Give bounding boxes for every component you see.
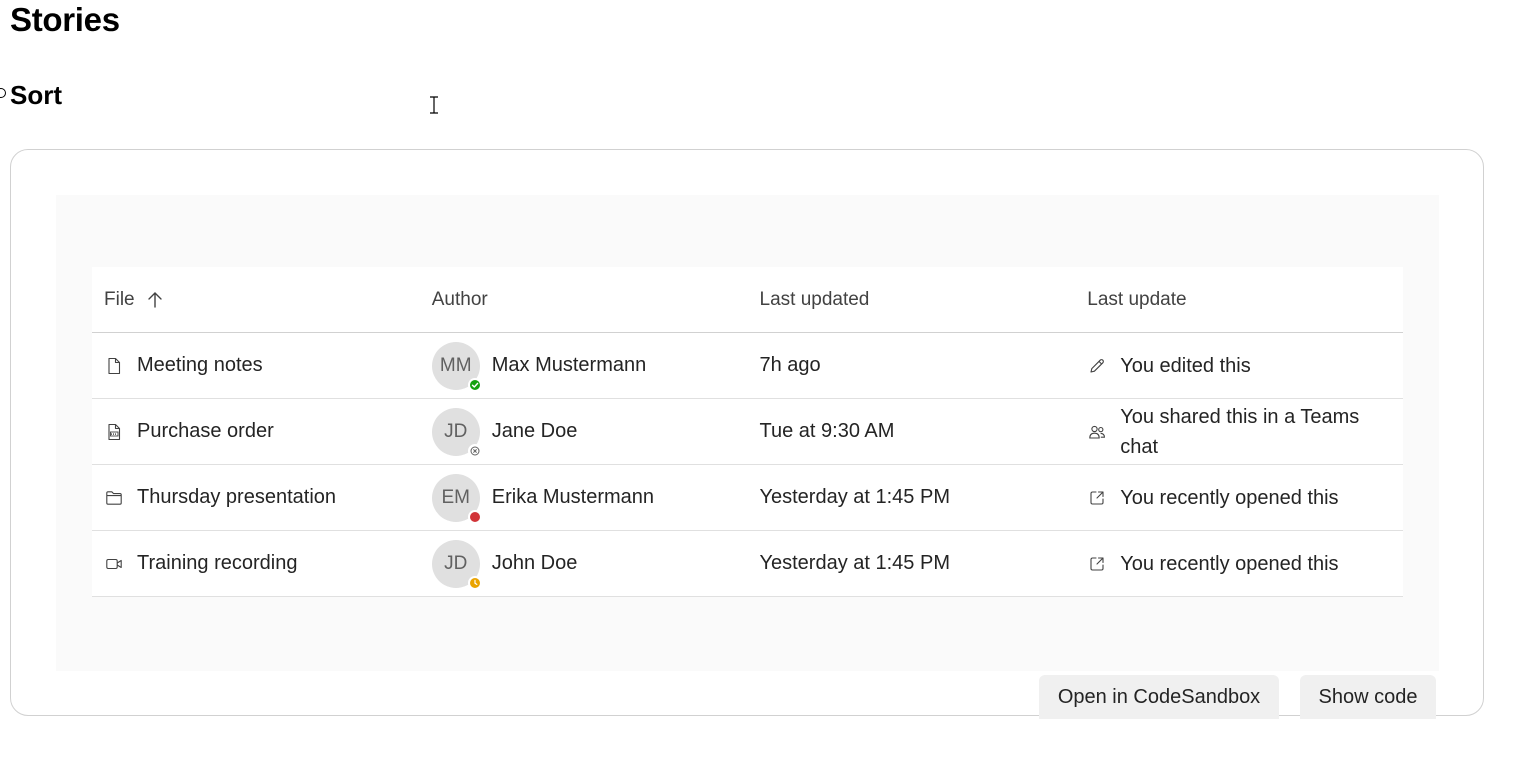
file-cell: Purchase order — [92, 420, 420, 443]
file-name: Meeting notes — [137, 354, 263, 376]
avatar: MM — [431, 341, 482, 392]
last-updated-value: Yesterday at 1:45 PM — [759, 486, 951, 508]
header-cell-last-update[interactable]: Last update — [1075, 289, 1403, 311]
table-row[interactable]: Purchase order JD Jane Doe Tue at 9:30 A… — [92, 399, 1403, 465]
author-name: John Doe — [491, 552, 578, 574]
table-row[interactable]: Thursday presentation EM Erika Musterman… — [92, 465, 1403, 531]
arrow-up-icon — [147, 291, 162, 308]
presence-busy-icon — [467, 509, 482, 524]
avatar-initials: JD — [444, 420, 468, 442]
video-icon — [104, 554, 124, 574]
author-cell: EM Erika Mustermann — [420, 473, 748, 524]
last-update-text: You recently opened this — [1120, 486, 1339, 509]
last-update-cell: You edited this — [1075, 351, 1403, 381]
story-canvas: File Author Last updated Last update Mee… — [56, 195, 1439, 671]
author-cell: JD John Doe — [420, 539, 748, 590]
file-name: Thursday presentation — [137, 486, 337, 508]
avatar-initials: EM — [441, 486, 471, 508]
story-card: File Author Last updated Last update Mee… — [10, 149, 1484, 719]
file-cell: Meeting notes — [92, 354, 420, 377]
header-label: Last updated — [759, 288, 870, 310]
last-updated-value: Yesterday at 1:45 PM — [759, 552, 951, 574]
last-updated-cell: Yesterday at 1:45 PM — [748, 486, 1076, 509]
section-title: Sort — [10, 80, 62, 110]
author-name: Max Mustermann — [491, 354, 647, 376]
open-in-codesandbox-button[interactable]: Open in CodeSandbox — [1039, 675, 1279, 719]
file-cell: Thursday presentation — [92, 486, 420, 509]
avatar: EM — [431, 473, 482, 524]
presence-offline-icon — [467, 443, 482, 458]
open-icon — [1087, 554, 1107, 574]
header-label: Last update — [1087, 288, 1187, 310]
header-label: Author — [431, 288, 488, 310]
table-header-row: File Author Last updated Last update — [92, 267, 1403, 333]
last-updated-cell: Tue at 9:30 AM — [748, 420, 1076, 443]
presence-available-icon — [467, 377, 482, 392]
last-updated-cell: Yesterday at 1:45 PM — [748, 552, 1076, 575]
folder-icon — [104, 488, 124, 508]
last-update-text: You shared this in a Teams chat — [1120, 405, 1360, 458]
header-cell-last-updated[interactable]: Last updated — [748, 289, 1076, 311]
file-cell: Training recording — [92, 552, 420, 575]
document-pdf-icon — [104, 422, 124, 442]
header-cell-file[interactable]: File — [92, 289, 420, 311]
data-table: File Author Last updated Last update Mee… — [92, 267, 1403, 597]
file-name: Training recording — [137, 552, 298, 574]
people-icon — [1087, 422, 1107, 442]
avatar-initials: MM — [439, 354, 472, 376]
text-cursor-icon — [430, 96, 438, 114]
file-name: Purchase order — [137, 420, 274, 442]
anchor-link-icon[interactable] — [0, 88, 6, 98]
last-updated-value: Tue at 9:30 AM — [759, 420, 895, 442]
table-row[interactable]: Meeting notes MM Max Mustermann 7h ago Y… — [92, 333, 1403, 399]
page-title: Stories — [10, 1, 120, 38]
avatar-initials: JD — [444, 552, 468, 574]
author-cell: JD Jane Doe — [420, 407, 748, 458]
author-cell: MM Max Mustermann — [420, 341, 748, 392]
header-label: File — [104, 288, 135, 310]
avatar: JD — [431, 539, 482, 590]
table-row[interactable]: Training recording JD John Doe Yesterday… — [92, 531, 1403, 597]
presence-away-icon — [467, 575, 482, 590]
author-name: Jane Doe — [491, 420, 578, 442]
last-update-text: You recently opened this — [1120, 552, 1339, 575]
last-update-cell: You recently opened this — [1075, 483, 1403, 513]
last-update-cell: You shared this in a Teams chat — [1075, 402, 1403, 462]
document-icon — [104, 356, 124, 376]
header-cell-author[interactable]: Author — [420, 289, 748, 311]
pencil-icon — [1087, 356, 1107, 376]
author-name: Erika Mustermann — [491, 486, 655, 508]
last-updated-value: 7h ago — [759, 354, 821, 376]
open-icon — [1087, 488, 1107, 508]
last-update-cell: You recently opened this — [1075, 549, 1403, 579]
last-updated-cell: 7h ago — [748, 354, 1076, 377]
avatar: JD — [431, 407, 482, 458]
show-code-button[interactable]: Show code — [1300, 675, 1436, 719]
last-update-text: You edited this — [1120, 354, 1251, 377]
